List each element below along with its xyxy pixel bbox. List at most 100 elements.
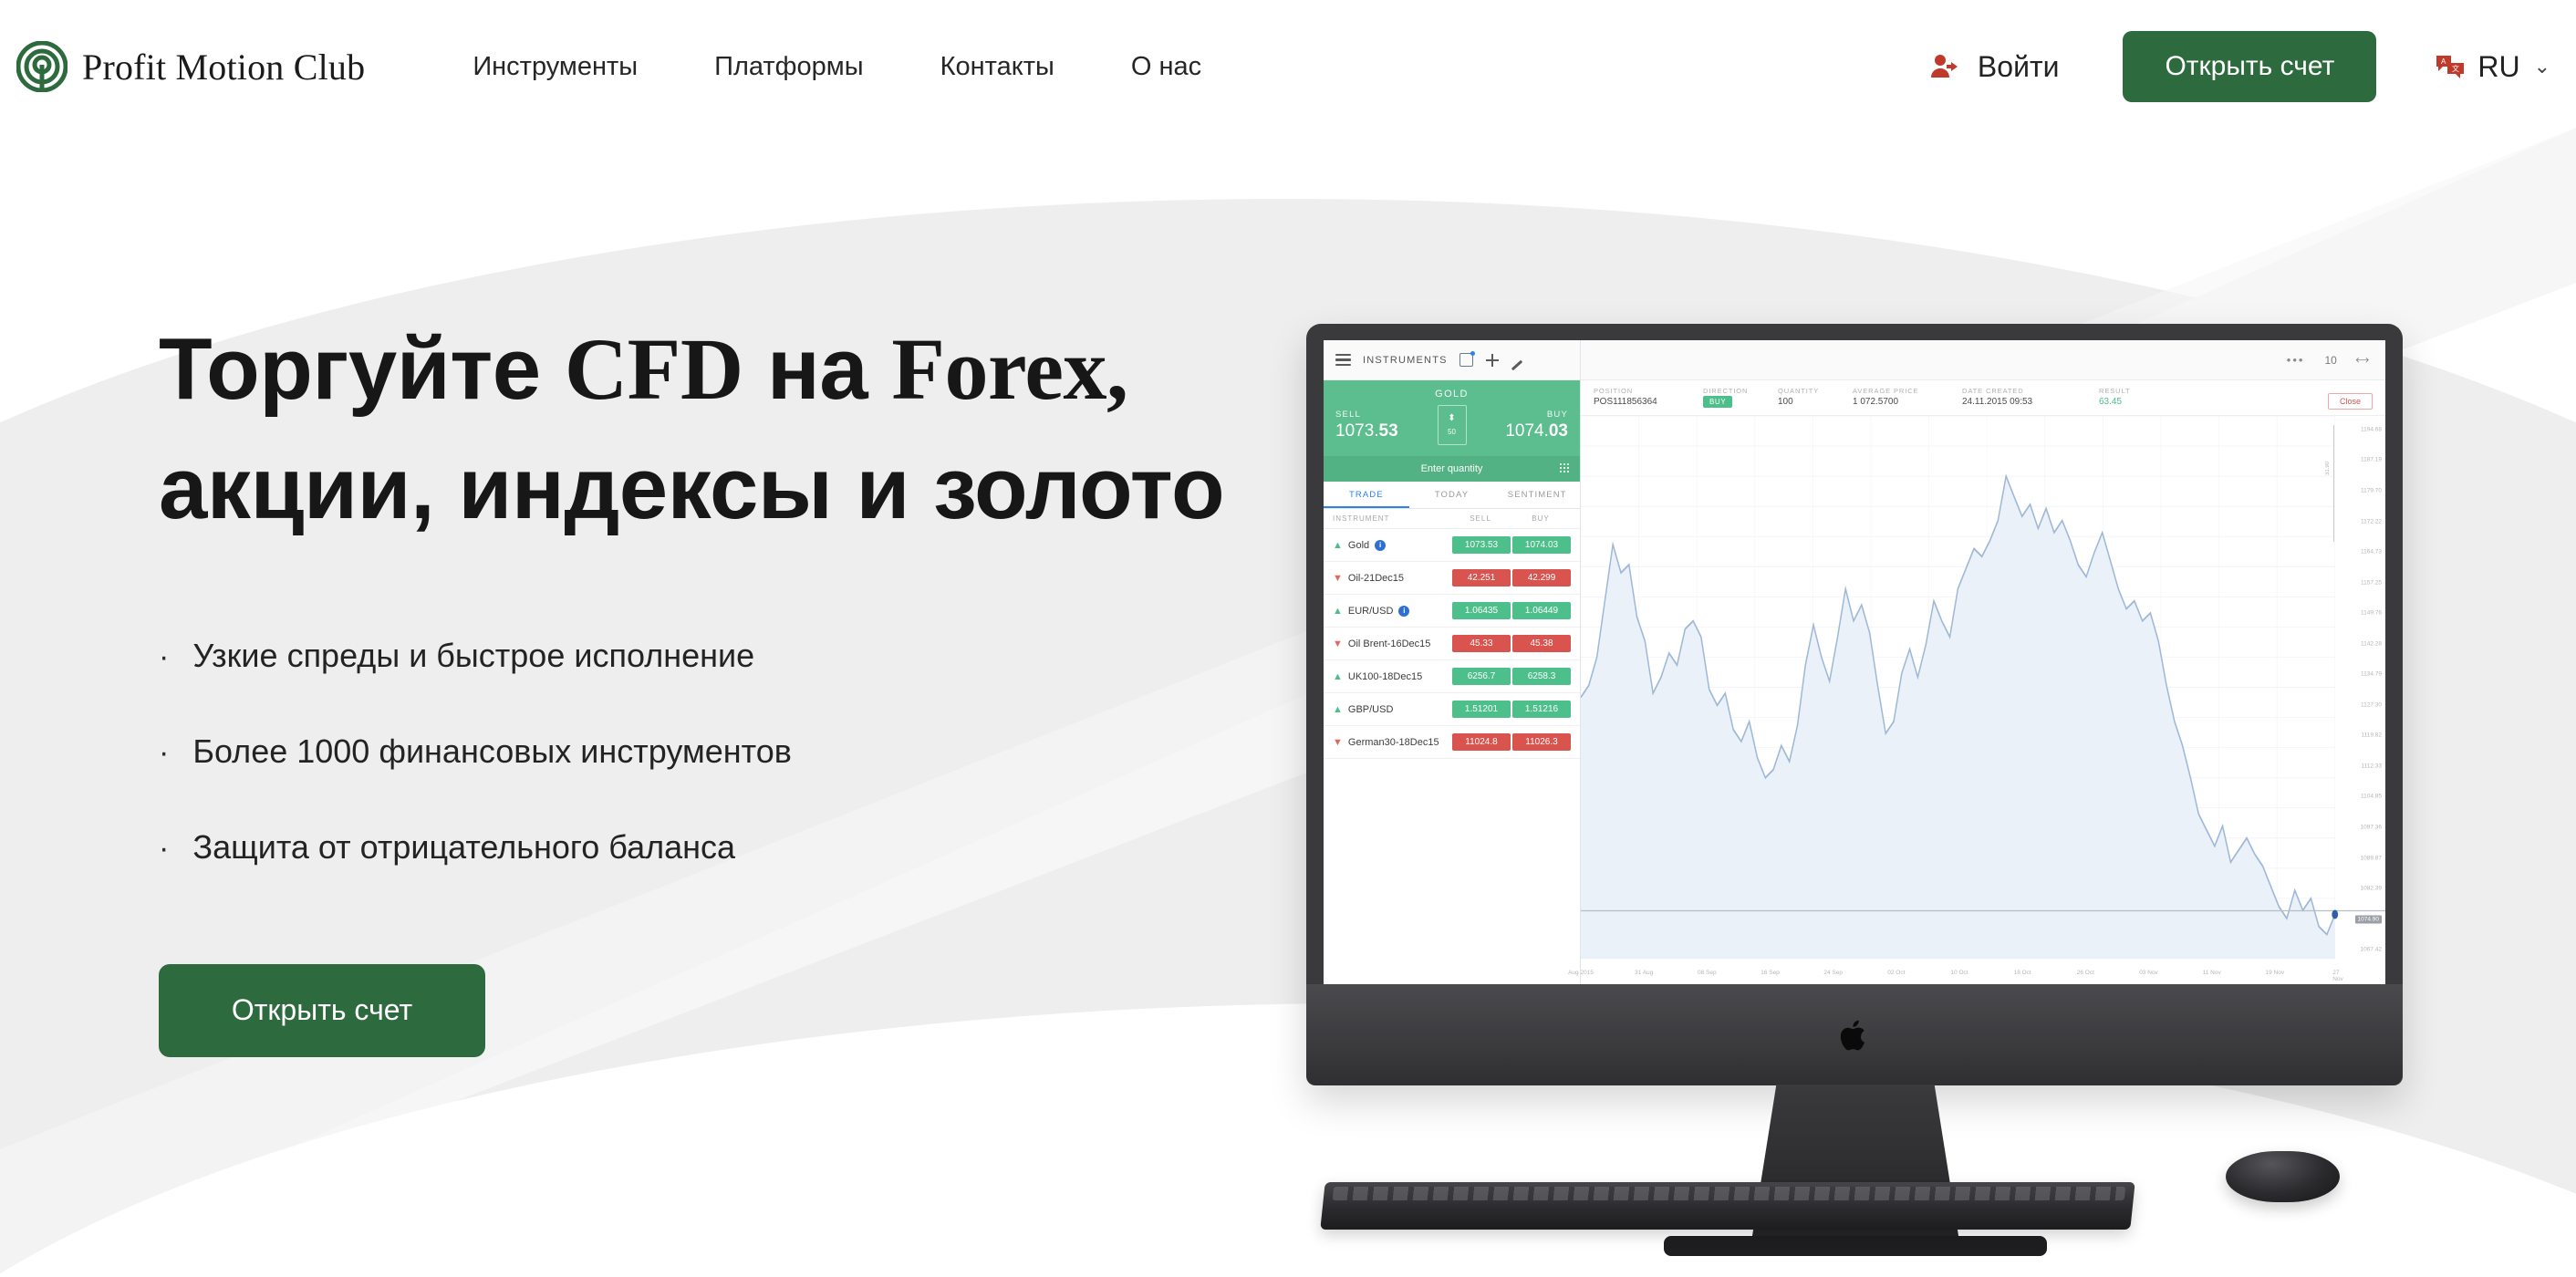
positions-and-chart-panel: ••• 10 ⤢ POSITION DIRECTION QUANTITY AVE… <box>1568 340 2385 984</box>
sell-price-pill[interactable]: 45.33 <box>1452 635 1511 652</box>
buy-price-pill[interactable]: 42.299 <box>1512 569 1571 587</box>
instruments-title: INSTRUMENTS <box>1363 354 1448 366</box>
buy-price-pill[interactable]: 11026.3 <box>1512 733 1571 751</box>
chart-y-tick: 1134.79 <box>2360 670 2382 678</box>
header-actions: Войти Открыть счет A 文 RU ⌄ <box>1930 31 2576 102</box>
list-item: · Узкие спреды и быстрое исполнение <box>159 636 1326 675</box>
hero-benefits-list: · Узкие спреды и быстрое исполнение · Бо… <box>159 636 1326 867</box>
chart-y-tick: 1187.19 <box>2360 456 2382 463</box>
chart-x-tick: 19 Nov <box>2265 970 2285 976</box>
sell-price: 1073.53 <box>1335 421 1398 441</box>
quantity-placeholder: Enter quantity <box>1420 463 1483 474</box>
col-average-price: AVERAGE PRICE <box>1853 387 1919 395</box>
buy-price-pill[interactable]: 6258.3 <box>1512 668 1571 685</box>
trend-down-icon: ▼ <box>1333 572 1343 584</box>
language-translate-icon: A 文 <box>2436 56 2465 78</box>
chart-x-tick: 16 Sep <box>1761 970 1780 976</box>
tab-sentiment[interactable]: SENTIMENT <box>1494 482 1580 508</box>
chart-x-axis: Aug 2015 31 Aug 08 Sep 16 Sep 24 Sep 02 Oct 10… <box>1568 970 2343 982</box>
chart-x-tick: 18 Oct <box>2013 970 2031 976</box>
ellipsis-icon[interactable]: ••• <box>2287 353 2305 367</box>
table-row[interactable]: ▼ Oil-21Dec15 42.251 42.299 <box>1324 562 1580 595</box>
nav-item-about[interactable]: О нас <box>1131 52 1201 82</box>
new-document-icon[interactable] <box>1459 351 1475 367</box>
hamburger-icon[interactable] <box>1335 354 1351 366</box>
gold-quote-card: GOLD SELL 1073.53 ⬍ 50 BUY 1074.03 Enter… <box>1324 380 1580 482</box>
trading-platform-app: INSTRUMENTS GOLD SELL 1073.53 ⬍ 50 BUY 1… <box>1324 340 2385 984</box>
position-average-price: 1 072.5700 <box>1853 397 1899 407</box>
buy-price-pill[interactable]: 1.51216 <box>1512 701 1571 718</box>
list-item: · Более 1000 финансовых инструментов <box>159 732 1326 771</box>
language-label: RU <box>2477 49 2520 83</box>
keypad-icon[interactable] <box>1559 462 1570 473</box>
table-row[interactable]: ▲ Gold i 1073.53 1074.03 <box>1324 529 1580 562</box>
quantity-input[interactable]: Enter quantity <box>1324 456 1580 482</box>
login-button[interactable]: Войти <box>1930 50 2059 84</box>
chart-x-tick: 02 Oct <box>1887 970 1906 976</box>
nav-item-platforms[interactable]: Платформы <box>714 52 863 82</box>
plus-icon[interactable] <box>1485 353 1499 367</box>
brand-logo-link[interactable]: Profit Motion Club <box>16 41 365 92</box>
tab-today[interactable]: TODAY <box>1409 482 1495 508</box>
chart-y-tick: 1164.73 <box>2360 548 2382 555</box>
chart-y-tick: 1067.42 <box>2360 946 2383 953</box>
table-row[interactable]: ▲ UK100-18Dec15 6256.7 6258.3 <box>1324 660 1580 693</box>
chart-y-tick: 1089.87 <box>2360 855 2383 862</box>
table-row[interactable]: ▼ German30-18Dec15 11024.8 11026.3 <box>1324 726 1580 759</box>
chart-y-tick: 1172.22 <box>2360 518 2382 525</box>
bullet-marker-icon: · <box>159 735 170 771</box>
positions-table-header: POSITION DIRECTION QUANTITY AVERAGE PRIC… <box>1581 380 2385 397</box>
chart-y-tick: 1142.28 <box>2360 640 2382 648</box>
nav-item-contacts[interactable]: Контакты <box>940 52 1054 82</box>
chart-y-tick: 1097.36 <box>2360 824 2383 831</box>
hero-title-cfd: CFD <box>564 320 743 418</box>
tab-trade[interactable]: TRADE <box>1324 482 1409 508</box>
chart-x-tick: 31 Aug <box>1635 970 1654 976</box>
p-spiral-logo-icon <box>16 41 68 92</box>
language-switcher[interactable]: A 文 RU ⌄ <box>2435 50 2550 84</box>
buy-price-pill[interactable]: 1074.03 <box>1512 536 1571 554</box>
site-header: Profit Motion Club Инструменты Платформы… <box>0 0 2576 133</box>
price-chart[interactable]: 31.90 1194.68 1187.19 1179.70 1172.22 1164.7… <box>1568 416 2385 984</box>
sell-price-pill[interactable]: 1.06435 <box>1452 602 1511 619</box>
nav-item-instruments[interactable]: Инструменты <box>473 52 638 82</box>
sell-side[interactable]: SELL 1073.53 <box>1335 410 1398 441</box>
close-position-button[interactable]: Close <box>2327 393 2373 410</box>
imac-body: INSTRUMENTS GOLD SELL 1073.53 ⬍ 50 BUY 1… <box>1306 324 2403 1085</box>
table-row[interactable]: POS111856364 BUY 100 1 072.5700 24.11.20… <box>1581 393 2385 416</box>
position-id: POS111856364 <box>1594 397 1657 407</box>
sell-price-dec: 53 <box>1378 420 1398 441</box>
chevron-down-icon: ⌄ <box>2533 55 2550 78</box>
table-row[interactable]: ▲ GBP/USD 1.51201 1.51216 <box>1324 693 1580 726</box>
buy-price-int: 1074. <box>1505 420 1549 441</box>
info-icon[interactable]: i <box>1398 605 1410 617</box>
spread-indicator: ⬍ 50 <box>1437 405 1467 445</box>
col-buy: BUY <box>1532 514 1550 523</box>
sell-price-pill[interactable]: 11024.8 <box>1452 733 1511 751</box>
buy-price-pill[interactable]: 45.38 <box>1512 635 1571 652</box>
pencil-icon[interactable] <box>1511 359 1522 371</box>
expand-icon[interactable]: ⤢ <box>2353 351 2371 369</box>
open-account-button-header[interactable]: Открыть счет <box>2123 31 2377 102</box>
chart-y-tick: 1179.70 <box>2360 487 2382 494</box>
open-account-button-hero[interactable]: Открыть счет <box>159 963 485 1057</box>
trend-up-icon: ▲ <box>1333 605 1343 617</box>
info-icon[interactable]: i <box>1375 539 1387 551</box>
table-row[interactable]: ▲ EUR/USD i 1.06435 1.06449 <box>1324 595 1580 628</box>
benefit-text-3: Защита от отрицательного баланса <box>192 828 736 867</box>
sell-price-pill[interactable]: 6256.7 <box>1452 668 1511 685</box>
buy-price-pill[interactable]: 1.06449 <box>1512 602 1571 619</box>
sell-price-pill[interactable]: 1.51201 <box>1452 701 1511 718</box>
chart-x-tick: 08 Sep <box>1698 970 1717 976</box>
chart-y-axis: 1194.68 1187.19 1179.70 1172.22 1164.73 1157.… <box>2338 416 2385 968</box>
sell-price-pill[interactable]: 1073.53 <box>1452 536 1511 554</box>
table-row[interactable]: ▼ Oil Brent-16Dec15 45.33 45.38 <box>1324 628 1580 660</box>
trend-up-icon: ▲ <box>1333 539 1343 551</box>
trend-down-icon: ▼ <box>1333 638 1343 649</box>
chart-y-tick: 1127.30 <box>2360 701 2382 709</box>
chart-x-tick: 26 Oct <box>2076 970 2094 976</box>
buy-side[interactable]: BUY 1074.03 <box>1505 410 1568 441</box>
instrument-name: German30-18Dec15 <box>1347 736 1439 748</box>
sell-price-pill[interactable]: 42.251 <box>1452 569 1511 587</box>
chart-y-tick: 1074.90 <box>2354 915 2382 924</box>
